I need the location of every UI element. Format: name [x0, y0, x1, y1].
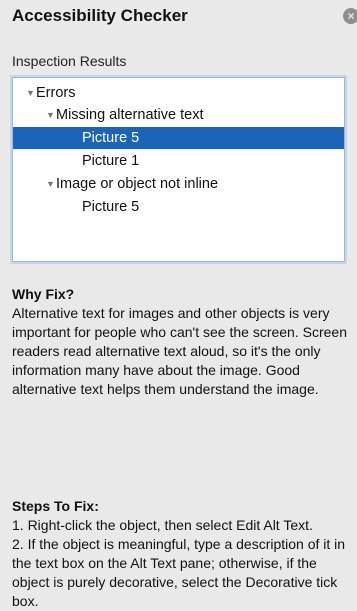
- inspection-results-label: Inspection Results: [12, 53, 127, 69]
- disclosure-triangle-icon[interactable]: ▼: [26, 82, 36, 104]
- tree-node-label: Image or object not inline: [56, 176, 219, 192]
- tree-item-label: Picture 5: [82, 130, 140, 146]
- inspection-results-tree[interactable]: ▼Errors ▼Missing alternative text Pictur…: [12, 77, 345, 262]
- accessibility-checker-pane: Accessibility Checker × Inspection Resul…: [0, 0, 357, 609]
- tree-item-label: Picture 1: [82, 153, 140, 169]
- why-fix-body: Alternative text for images and other ob…: [12, 305, 347, 397]
- tree-node-errors[interactable]: ▼Errors: [13, 82, 344, 104]
- step-1-text: 1. Right-click the object, then select E…: [12, 517, 313, 533]
- disclosure-triangle-icon[interactable]: ▼: [46, 173, 56, 195]
- close-icon[interactable]: ×: [343, 8, 357, 24]
- step-2-text: 2. If the object is meaningful, type a d…: [12, 536, 346, 609]
- tree-node-label: Errors: [36, 85, 76, 101]
- tree-node-missing-alt-text[interactable]: ▼Missing alternative text: [13, 104, 344, 126]
- tree-item-label: Picture 5: [82, 199, 140, 215]
- steps-to-fix-heading: Steps To Fix:: [12, 498, 99, 514]
- why-fix-heading: Why Fix?: [12, 286, 75, 302]
- tree-node-image-not-inline[interactable]: ▼Image or object not inline: [13, 173, 344, 195]
- tree-item-picture-5[interactable]: Picture 5: [13, 196, 344, 218]
- tree-item-picture-1[interactable]: Picture 1: [13, 150, 344, 172]
- pane-title: Accessibility Checker: [12, 6, 188, 25]
- disclosure-triangle-icon[interactable]: ▼: [46, 104, 56, 126]
- tree-node-label: Missing alternative text: [56, 107, 204, 123]
- tree-item-picture-5-selected[interactable]: Picture 5: [13, 127, 344, 149]
